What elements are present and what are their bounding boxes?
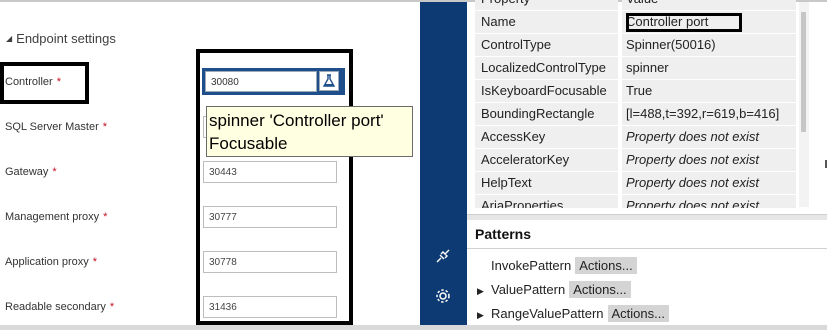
table-row[interactable]: AriaProperties Property does not exist xyxy=(475,195,799,208)
properties-header-row: Property Value xyxy=(475,0,799,10)
invoke-actions-button[interactable]: Actions... xyxy=(575,257,637,274)
triangle-right-icon[interactable]: ▶ xyxy=(477,286,491,297)
table-row[interactable]: AcceleratorKey Property does not exist xyxy=(475,149,799,171)
inputs-column-highlight xyxy=(196,49,353,325)
name-value-highlight xyxy=(626,13,742,32)
panel-splitter[interactable] xyxy=(467,214,827,220)
section-title: Endpoint settings xyxy=(16,31,116,46)
gateway-label: Gateway * xyxy=(5,166,57,178)
endpoint-settings-panel: ◢ Endpoint settings Controller * SQL Serve… xyxy=(0,2,420,325)
table-row[interactable]: LocalizedControlType spinner xyxy=(475,57,799,79)
range-value-actions-button[interactable]: Actions... xyxy=(607,305,669,322)
properties-table: Property Value Name Controller port Cont… xyxy=(475,0,799,208)
table-row[interactable]: BoundingRectangle [l=488,t=392,r=619,b=4… xyxy=(475,103,799,125)
properties-panel: Property Value Name Controller port Cont… xyxy=(467,0,827,325)
pattern-value: ▶ ValuePattern Actions... xyxy=(477,281,631,298)
plug-icon[interactable] xyxy=(432,245,454,267)
patterns-title: Patterns xyxy=(475,226,532,242)
readable-secondary-label: Readable secondary * xyxy=(5,301,115,313)
table-row[interactable]: ControlType Spinner(50016) xyxy=(475,34,799,56)
triangle-right-icon[interactable]: ▶ xyxy=(477,310,491,321)
tooltip-line-2: Focusable xyxy=(209,134,288,153)
accessibility-tooltip: spinner 'Controller port' Focusable xyxy=(206,106,413,157)
table-row[interactable]: IsKeyboardFocusable True xyxy=(475,80,799,102)
gear-icon[interactable] xyxy=(432,285,454,307)
section-header[interactable]: ◢ Endpoint settings xyxy=(6,31,116,46)
header-value: Value xyxy=(622,0,796,10)
pattern-invoke: InvokePattern Actions... xyxy=(477,257,637,274)
window-bottom-border xyxy=(0,325,827,330)
patterns-divider xyxy=(467,248,827,249)
controller-label-highlight xyxy=(0,62,89,104)
table-row[interactable]: AccessKey Property does not exist xyxy=(475,126,799,148)
value-actions-button[interactable]: Actions... xyxy=(569,281,631,298)
header-property: Property xyxy=(475,0,618,10)
sql-server-master-label: SQL Server Master * xyxy=(5,121,108,133)
inspector-sidebar xyxy=(420,2,467,325)
triangle-down-icon[interactable]: ◢ xyxy=(6,34,12,43)
application-proxy-label: Application proxy * xyxy=(5,256,98,268)
scrollbar-thumb[interactable] xyxy=(801,12,806,132)
table-row[interactable]: HelpText Property does not exist xyxy=(475,172,799,194)
pattern-range-value: ▶ RangeValuePattern Actions... xyxy=(477,305,669,322)
tooltip-line-1: spinner 'Controller port' xyxy=(209,111,384,130)
management-proxy-label: Management proxy * xyxy=(5,211,108,223)
properties-scrollbar[interactable] xyxy=(799,2,809,207)
